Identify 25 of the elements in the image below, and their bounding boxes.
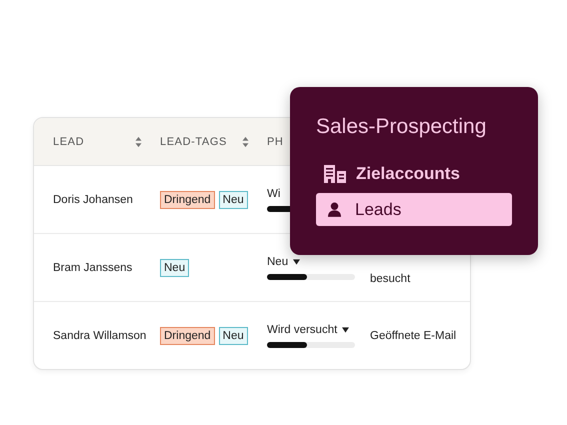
caret-icon[interactable] [342, 326, 350, 332]
phase-label: Neu [267, 256, 288, 268]
tag-badge: Dringend [160, 190, 215, 208]
phase-label: Wi [267, 188, 280, 200]
column-header[interactable]: PH [267, 136, 284, 148]
tag-badge: Neu [160, 258, 190, 276]
caret-icon[interactable] [293, 258, 300, 264]
column-header[interactable]: LEAD [53, 136, 84, 148]
lead-name: Doris Johansen [53, 194, 134, 206]
activity-text: besucht [370, 273, 412, 285]
person-icon [328, 202, 341, 217]
tag-badge: Neu [218, 190, 248, 208]
tag-badge: Neu [218, 326, 248, 344]
column-header[interactable]: LEAD-TAGS [160, 136, 227, 148]
lead-name: Bram Janssens [53, 262, 134, 274]
lead-name: Sandra Willamson [53, 330, 148, 342]
building-icon [324, 164, 346, 182]
activity-text: Geöffnete E-Mail [370, 330, 458, 342]
phase-label: Wird versucht [267, 324, 338, 336]
menu-title: Sales-Prospecting [316, 115, 488, 139]
tag-badge: Dringend [160, 326, 215, 344]
menu-item[interactable]: Zielaccounts [316, 157, 512, 190]
sort-icon[interactable] [135, 136, 142, 148]
sort-icon[interactable] [242, 136, 249, 148]
menu-item[interactable]: Leads [316, 193, 512, 226]
